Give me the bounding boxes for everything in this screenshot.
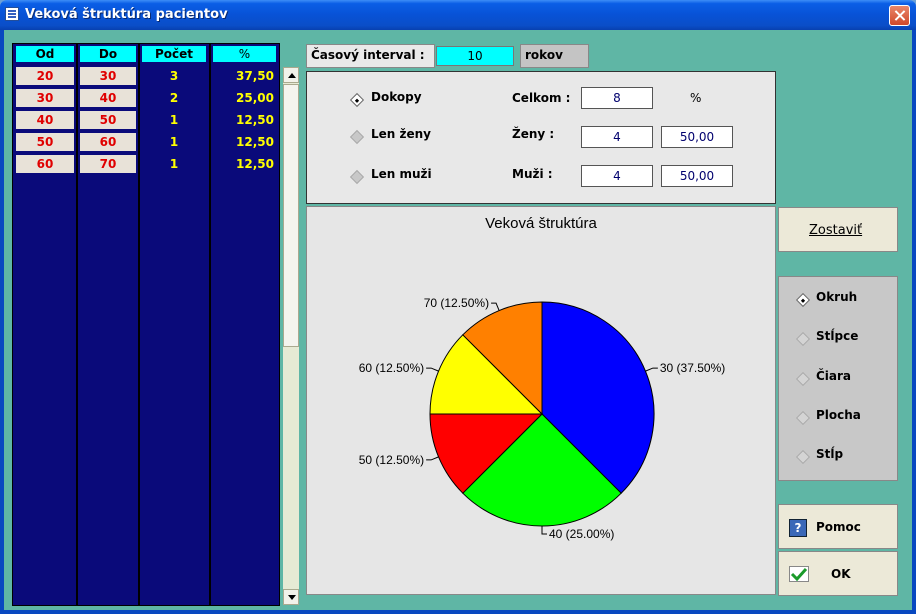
cell-pocet: 1 xyxy=(169,113,179,127)
muzi-label: Muži : xyxy=(512,167,553,181)
radio-selected-icon[interactable] xyxy=(349,92,365,108)
pie-slice-label: 50 (12.50%) xyxy=(359,453,424,467)
scroll-up-icon[interactable] xyxy=(283,67,299,83)
pie-leader-line xyxy=(491,302,500,311)
cell-do[interactable]: 70 xyxy=(80,155,136,173)
cell-percent: 25,00 xyxy=(236,91,274,105)
window-title: Veková štruktúra pacientov xyxy=(25,7,228,22)
radio-icon[interactable] xyxy=(795,449,811,465)
chart-type-label[interactable]: Okruh xyxy=(816,290,857,304)
zostavit-button[interactable]: Zostaviť xyxy=(778,207,898,252)
form-icon xyxy=(5,7,19,21)
ok-label: OK xyxy=(831,567,851,581)
zeny-percent-field[interactable]: 50,00 xyxy=(661,126,733,148)
cell-od[interactable]: 60 xyxy=(16,155,74,173)
header-percent: % xyxy=(213,46,276,62)
pie-slice-label: 30 (37.50%) xyxy=(660,361,725,375)
age-table: Od Do Počet % 20 30 3 37,50 30 40 2 25,0… xyxy=(12,43,280,606)
cell-pocet: 1 xyxy=(169,157,179,171)
cell-percent: 12,50 xyxy=(236,113,274,127)
checkmark-icon xyxy=(789,566,809,582)
chart-type-label[interactable]: Stĺp xyxy=(816,447,843,461)
cell-do[interactable]: 60 xyxy=(80,133,136,151)
ok-button[interactable]: OK xyxy=(778,551,898,596)
celkom-label: Celkom : xyxy=(512,91,571,105)
interval-label: Časový interval : xyxy=(306,44,435,68)
close-button[interactable] xyxy=(889,5,910,26)
cell-pocet: 3 xyxy=(169,69,179,83)
radio-icon[interactable] xyxy=(349,129,365,145)
chart-panel: Veková štruktúra 30 (37.50%) 40 (25.00%) 5… xyxy=(306,206,776,595)
table-scrollbar[interactable] xyxy=(283,67,299,605)
cell-percent: 12,50 xyxy=(236,135,274,149)
radio-label[interactable]: Dokopy xyxy=(371,90,422,104)
cell-od[interactable]: 40 xyxy=(16,111,74,129)
radio-icon[interactable] xyxy=(795,371,811,387)
chart-type-label[interactable]: Plocha xyxy=(816,408,861,422)
chart-type-label[interactable]: Stĺpce xyxy=(816,329,858,343)
pie-slice-label: 60 (12.50%) xyxy=(359,361,424,375)
cell-pocet: 2 xyxy=(169,91,179,105)
chart-type-panel: Okruh Stĺpce Čiara Plocha Stĺp xyxy=(778,276,898,481)
column-separator xyxy=(209,44,211,605)
cell-percent: 12,50 xyxy=(236,157,274,171)
interval-input[interactable]: 10 xyxy=(436,46,514,66)
percent-label: % xyxy=(690,91,702,105)
header-do: Do xyxy=(80,46,136,62)
zostavit-label: Zostaviť xyxy=(809,223,863,238)
pomoc-button[interactable]: ? Pomoc xyxy=(778,504,898,549)
radio-selected-icon[interactable] xyxy=(795,292,811,308)
radio-icon[interactable] xyxy=(349,169,365,185)
radio-icon[interactable] xyxy=(795,331,811,347)
header-pocet: Počet xyxy=(142,46,206,62)
radio-label[interactable]: Len muži xyxy=(371,167,432,181)
app-window: Veková štruktúra pacientov Od Do Počet %… xyxy=(0,0,916,614)
pie-leader-line xyxy=(645,367,658,372)
radio-icon[interactable] xyxy=(795,410,811,426)
celkom-field[interactable]: 8 xyxy=(581,87,653,109)
cell-pocet: 1 xyxy=(169,135,179,149)
muzi-percent-field[interactable]: 50,00 xyxy=(661,165,733,187)
cell-do[interactable]: 30 xyxy=(80,67,136,85)
cell-do[interactable]: 40 xyxy=(80,89,136,107)
pie-slice-label: 40 (25.00%) xyxy=(549,527,614,541)
zeny-count-field[interactable]: 4 xyxy=(581,126,653,148)
chart-type-label[interactable]: Čiara xyxy=(816,369,851,383)
cell-percent: 37,50 xyxy=(236,69,274,83)
cell-od[interactable]: 30 xyxy=(16,89,74,107)
cell-do[interactable]: 50 xyxy=(80,111,136,129)
header-od: Od xyxy=(16,46,74,62)
pie-leader-line xyxy=(426,456,439,461)
pie-chart: Veková štruktúra 30 (37.50%) 40 (25.00%) 5… xyxy=(359,215,725,541)
scroll-thumb[interactable] xyxy=(283,84,299,347)
pie-leader-line xyxy=(541,526,547,535)
title-bar[interactable]: Veková štruktúra pacientov xyxy=(0,0,916,30)
zeny-label: Ženy : xyxy=(512,127,555,141)
muzi-count-field[interactable]: 4 xyxy=(581,165,653,187)
help-icon: ? xyxy=(789,519,807,537)
chart-title: Veková štruktúra xyxy=(485,215,597,232)
scroll-down-icon[interactable] xyxy=(283,589,299,605)
interval-unit: rokov xyxy=(520,44,589,68)
pomoc-label: Pomoc xyxy=(816,520,861,534)
column-separator xyxy=(76,44,78,605)
radio-label[interactable]: Len ženy xyxy=(371,127,431,141)
column-separator xyxy=(138,44,140,605)
filter-panel: Dokopy Len ženy Len muži Celkom : 8 % Že… xyxy=(306,71,776,204)
cell-od[interactable]: 20 xyxy=(16,67,74,85)
pie-leader-line xyxy=(426,367,439,372)
cell-od[interactable]: 50 xyxy=(16,133,74,151)
pie-slice-label: 70 (12.50%) xyxy=(424,296,489,310)
